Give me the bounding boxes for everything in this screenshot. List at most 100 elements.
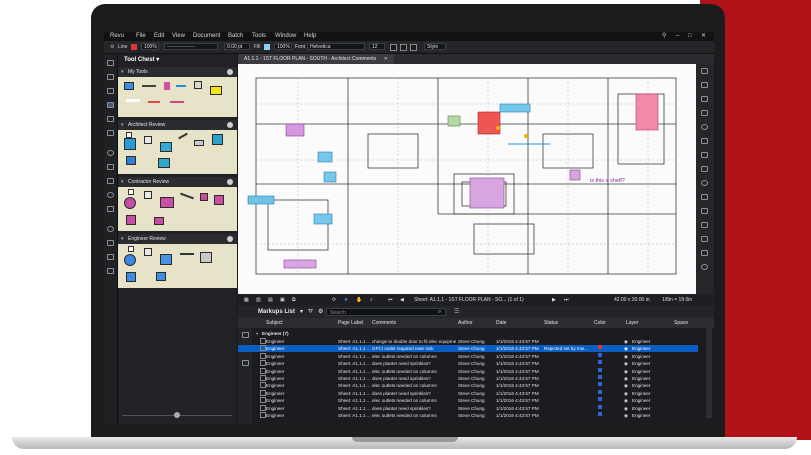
- tool-measure-icon[interactable]: [701, 180, 708, 186]
- visibility-icon[interactable]: ◉: [624, 360, 628, 367]
- tool-dim-c[interactable]: [156, 272, 166, 281]
- tool-note[interactable]: [210, 86, 222, 95]
- tool-box[interactable]: [194, 140, 204, 146]
- table-row[interactable]: Engineer Sheet: A1.1.1 ... elec outlets ne…: [238, 397, 698, 404]
- properties-icon[interactable]: [107, 88, 114, 94]
- tool-cloud-blue[interactable]: [124, 138, 136, 150]
- settings-icon[interactable]: ⚙: [318, 306, 323, 318]
- maximize-icon[interactable]: □: [688, 32, 692, 41]
- tool-text-icon[interactable]: [701, 68, 708, 74]
- tool-area[interactable]: [158, 158, 170, 168]
- tool-highlighter[interactable]: [164, 82, 170, 90]
- chevron-down-icon[interactable]: ▾: [300, 306, 303, 318]
- studio-icon[interactable]: [107, 192, 114, 198]
- style-select[interactable]: Style: [424, 43, 446, 50]
- search-icon[interactable]: [107, 226, 114, 232]
- visibility-icon[interactable]: ◉: [624, 390, 628, 397]
- tool-rectangle[interactable]: [124, 82, 134, 90]
- tool-polygon-icon[interactable]: [701, 138, 708, 144]
- sets-icon[interactable]: [107, 206, 114, 212]
- toolchest-icon[interactable]: [107, 102, 114, 108]
- table-row[interactable]: Engineer Sheet: A1.1.1 ... elec outlets ne…: [238, 382, 698, 389]
- section-engineer-review[interactable]: ▾ Engineer Review: [118, 234, 237, 244]
- fit-icon[interactable]: ▣: [280, 294, 285, 306]
- minimize-icon[interactable]: –: [676, 32, 679, 41]
- section-my-tools[interactable]: ▾ My Tools: [118, 67, 237, 77]
- group-row-engineer[interactable]: ▾ Engineer (7): [238, 330, 698, 337]
- tool-box-b[interactable]: [200, 193, 208, 201]
- col-space[interactable]: Space: [674, 318, 688, 328]
- tool-highlight-icon[interactable]: [701, 96, 708, 102]
- fill-opacity-field[interactable]: 100%: [274, 43, 292, 50]
- tool-cloud-icon[interactable]: [701, 152, 708, 158]
- table-row[interactable]: Engineer Sheet: A1.1.1 ... does planter ne…: [238, 404, 698, 412]
- rotate-icon[interactable]: ⟳: [332, 294, 336, 306]
- sheet-selector[interactable]: Sheet: A1.1.1 - 1ST FLOOR PLAN - SO... (…: [414, 294, 524, 306]
- add-icon[interactable]: [227, 69, 233, 75]
- search-input[interactable]: Search: [326, 308, 446, 316]
- prev-page-icon[interactable]: ◀: [400, 294, 404, 306]
- tool-shape-icon[interactable]: [701, 110, 708, 116]
- fill-color-swatch[interactable]: [264, 44, 270, 50]
- pan-icon[interactable]: ✋: [356, 294, 362, 306]
- document-tab[interactable]: A1.1.1 - 1ST FLOOR PLAN - SOUTH - Archit…: [238, 54, 394, 64]
- tool-chest-title[interactable]: Tool Chest ▾: [118, 54, 237, 66]
- tool-dim[interactable]: [126, 156, 136, 165]
- menu-file[interactable]: File: [136, 32, 146, 41]
- page-icon[interactable]: ▤: [268, 294, 273, 306]
- stack-icon[interactable]: [107, 268, 114, 274]
- tool-white-line[interactable]: [126, 99, 140, 102]
- spaces-icon[interactable]: [107, 254, 114, 260]
- tool-line[interactable]: [142, 85, 156, 87]
- table-row[interactable]: Engineer Sheet: A1.1.1 ... does planter ne…: [238, 389, 698, 397]
- menu-view[interactable]: View: [172, 32, 185, 41]
- visibility-icon[interactable]: ◉: [624, 412, 628, 419]
- markups-scrollbar[interactable]: [706, 328, 712, 418]
- col-author[interactable]: Author: [458, 318, 473, 328]
- text-color-swatch[interactable]: [390, 44, 397, 51]
- tool-cloud-magenta[interactable]: [124, 197, 136, 209]
- align-icon[interactable]: [400, 44, 407, 51]
- tool-pink-line[interactable]: [170, 101, 184, 103]
- tool-poly-b[interactable]: [214, 195, 224, 205]
- links-icon[interactable]: [107, 240, 114, 246]
- tool-line-c[interactable]: [180, 253, 194, 255]
- markups-title[interactable]: Markups List: [258, 306, 295, 318]
- select-icon[interactable]: ➤: [344, 294, 348, 306]
- visibility-icon[interactable]: ◉: [624, 382, 628, 389]
- close-tab-icon[interactable]: ✕: [384, 56, 388, 62]
- places-icon[interactable]: [107, 150, 114, 156]
- col-status[interactable]: Status: [544, 318, 558, 328]
- measurements-icon[interactable]: [107, 178, 114, 184]
- font-family-select[interactable]: Helvetica: [307, 43, 365, 50]
- thumbnails-icon[interactable]: [107, 60, 114, 66]
- file-access-icon[interactable]: [107, 116, 114, 122]
- col-page-label[interactable]: Page Label: [338, 318, 363, 328]
- tool-dim-b[interactable]: [154, 217, 164, 225]
- tool-ellipse-icon[interactable]: [701, 124, 708, 130]
- search-icon[interactable]: ⌕: [438, 306, 441, 318]
- table-row[interactable]: Engineer Sheet: A1.1.1 ... elec outlets ne…: [238, 412, 698, 419]
- export-icon[interactable]: ⧉: [292, 294, 296, 306]
- tool-stamp-icon[interactable]: [701, 250, 708, 256]
- line-thickness-field[interactable]: 0.00 pt: [224, 43, 250, 50]
- zoom-icon[interactable]: ⌕: [370, 294, 373, 306]
- tool-count-icon[interactable]: [701, 208, 708, 214]
- table-row[interactable]: Engineer Sheet: A1.1.1 ... does planter ne…: [238, 375, 698, 382]
- visibility-icon[interactable]: ◉: [624, 353, 628, 360]
- col-subject[interactable]: Subject: [266, 318, 283, 328]
- table-row[interactable]: Engineer Sheet: A1.1.1 ... does planter ne…: [238, 360, 698, 367]
- col-comments[interactable]: Comments: [372, 318, 396, 328]
- layers-icon[interactable]: [107, 130, 114, 136]
- slider-thumb[interactable]: [174, 412, 180, 418]
- font-size-select[interactable]: 12: [369, 43, 385, 50]
- last-page-icon[interactable]: ⏭: [564, 294, 569, 306]
- tool-stamp-b[interactable]: [144, 191, 152, 199]
- tool-stamp[interactable]: [144, 136, 152, 144]
- col-date[interactable]: Date: [496, 318, 507, 328]
- menu-document[interactable]: Document: [193, 32, 220, 41]
- chevron-down-icon[interactable]: ▾: [256, 330, 258, 337]
- menu-revu[interactable]: Revu: [110, 32, 124, 41]
- tool-arrow-icon[interactable]: [701, 222, 708, 228]
- tool-callout[interactable]: [160, 142, 172, 152]
